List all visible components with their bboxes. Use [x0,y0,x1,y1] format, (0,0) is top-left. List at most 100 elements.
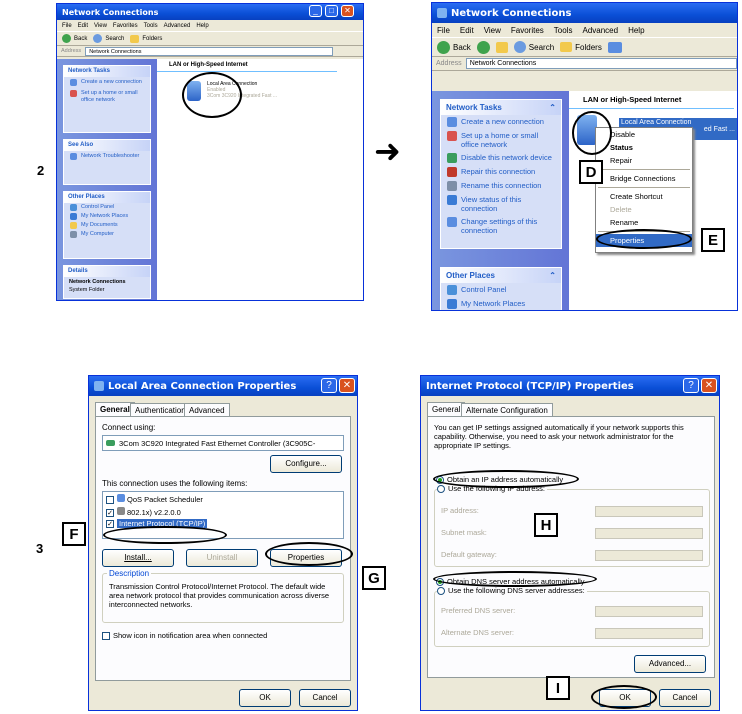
address-input[interactable]: Network Connections [85,46,333,56]
task-home-network[interactable]: Set up a home or small office network [441,129,561,151]
network-icon [437,8,447,18]
install-button[interactable]: Install... [102,549,174,567]
task-rename[interactable]: Rename this connection [441,179,561,193]
back-button[interactable]: Back [62,34,87,43]
place-network-places[interactable]: My Network Places [64,212,150,221]
place-my-computer[interactable]: My Computer [64,230,150,239]
menu-bar: File Edit View Favorites Tools Advanced … [57,20,363,31]
details-section: Details Network Connections System Folde… [63,265,151,299]
menu-edit[interactable]: Edit [78,23,88,29]
label-g: G [362,566,386,590]
menu-view[interactable]: View [484,26,501,35]
place-my-documents[interactable]: My Documents [64,221,150,230]
place-control-panel[interactable]: Control Panel [441,283,561,297]
label-e: E [701,228,725,252]
task-repair[interactable]: Repair this connection [441,165,561,179]
tab-advanced[interactable]: Advanced [184,403,230,417]
task-disable-device[interactable]: Disable this network device [441,151,561,165]
tab-general[interactable]: General [427,402,466,417]
close-button[interactable]: ✕ [339,378,355,393]
alternate-dns-field [595,628,703,639]
show-icon-checkbox[interactable]: Show icon in notification area when conn… [102,631,267,641]
task-create-connection[interactable]: Create a new connection [441,115,561,129]
highlight-oval [182,72,242,118]
task-view-status[interactable]: View status of this connection [441,193,561,215]
address-input[interactable]: Network Connections [465,58,737,69]
description-text: Transmission Control Protocol/Internet P… [109,582,330,609]
views-button[interactable] [607,41,622,53]
menu-repair[interactable]: Repair [596,154,692,167]
folders-button[interactable]: Folders [130,34,162,43]
menu-favorites[interactable]: Favorites [113,23,138,29]
network-tasks-header[interactable]: Network Tasks ⌃ [441,100,561,115]
tab-alternate[interactable]: Alternate Configuration [461,403,553,417]
list-item[interactable]: ✓ 802.1x) v2.2.0.0 [103,506,343,518]
back-arrow-icon [62,34,71,43]
tab-authentication[interactable]: Authentication [130,403,191,417]
task-troubleshooter[interactable]: Network Troubleshooter [64,151,150,162]
preferred-dns-label: Preferred DNS server: [441,606,516,615]
folders-button[interactable]: Folders [560,42,602,52]
see-also-header[interactable]: See Also [64,140,150,151]
task-pane: Network Tasks Create a new connection Se… [57,59,157,300]
title-bar: Local Area Connection Properties [89,376,357,396]
menu-help[interactable]: Help [196,23,208,29]
title-bar: Network Connections [432,3,737,23]
network-tasks-header[interactable]: Network Tasks [64,66,150,77]
collapse-icon[interactable]: ⌃ [549,271,556,280]
menu-rename[interactable]: Rename [596,216,692,229]
ok-button[interactable]: OK [239,689,291,707]
other-places-header[interactable]: Other Places ⌃ [441,268,561,283]
menu-bridge[interactable]: Bridge Connections [596,172,692,185]
menu-tools[interactable]: Tools [144,23,158,29]
menu-advanced[interactable]: Advanced [582,26,618,35]
details-subtitle: System Folder [69,287,105,293]
toolbar: Back Search Folders [57,31,363,46]
task-home-network[interactable]: Set up a home or small office network [64,88,150,105]
menu-create-shortcut[interactable]: Create Shortcut [596,190,692,203]
adapter-icon [106,440,115,446]
repair-icon [447,167,457,177]
task-create-connection[interactable]: Create a new connection [64,77,150,88]
forward-button[interactable] [476,40,490,54]
menu-tools[interactable]: Tools [554,26,573,35]
configure-button[interactable]: Configure... [270,455,342,473]
step-number-3: 3 [36,541,44,556]
place-network-places[interactable]: My Network Places [441,297,561,310]
radio-use-dns[interactable]: Use the following DNS server addresses: [437,586,587,596]
place-control-panel[interactable]: Control Panel [64,203,150,212]
details-header[interactable]: Details [64,266,150,277]
back-button[interactable]: Back [437,40,471,54]
disable-icon [447,153,457,163]
search-button[interactable]: Search [513,41,554,53]
menu-file[interactable]: File [437,26,450,35]
help-button[interactable]: ? [321,378,337,393]
highlight-oval [433,571,597,587]
menu-advanced[interactable]: Advanced [164,23,191,29]
cancel-button[interactable]: Cancel [299,689,351,707]
menu-help[interactable]: Help [628,26,644,35]
menu-favorites[interactable]: Favorites [511,26,544,35]
collapse-icon[interactable]: ⌃ [549,103,556,112]
list-item[interactable]: QoS Packet Scheduler [103,492,343,506]
minimize-button[interactable]: _ [309,5,322,17]
menu-status[interactable]: Status [596,141,692,154]
menu-edit[interactable]: Edit [460,26,474,35]
up-folder-button[interactable] [495,41,508,53]
menu-view[interactable]: View [94,23,107,29]
network-tasks-section: Network Tasks ⌃ Create a new connection S… [440,99,562,249]
close-button[interactable]: ✕ [701,378,717,393]
general-panel: You can get IP settings assigned automat… [427,416,715,678]
close-button[interactable]: ✕ [341,5,354,17]
task-change-settings[interactable]: Change settings of this connection [441,215,561,237]
tab-general[interactable]: General [95,402,135,417]
menu-file[interactable]: File [62,23,72,29]
search-button[interactable]: Search [93,34,124,43]
back-arrow-icon [437,40,450,54]
other-places-header[interactable]: Other Places [64,192,150,203]
maximize-button[interactable]: □ [325,5,338,17]
advanced-button[interactable]: Advanced... [634,655,706,673]
label-d: D [579,160,603,184]
cancel-button[interactable]: Cancel [659,689,711,707]
help-button[interactable]: ? [683,378,699,393]
